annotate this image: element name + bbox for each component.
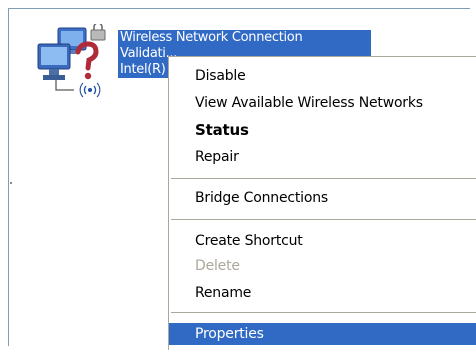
menu-item-view-available-wireless-networks[interactable]: View Available Wireless Networks [169,92,476,114]
menu-item-properties[interactable]: Properties [169,323,476,345]
monitor-front-icon [37,43,71,80]
menu-item-status[interactable]: Status [169,119,476,141]
question-mark-icon [75,41,99,80]
wireless-signal-icon [79,82,101,98]
menu-item-delete: Delete [195,258,240,274]
menu-separator [171,219,476,220]
menu-separator [171,312,476,313]
connection-name: Wireless Network Connection [118,30,371,46]
menu-item-create-shortcut[interactable]: Create Shortcut [169,230,476,252]
menu-item-bridge-connections[interactable]: Bridge Connections [169,187,476,209]
menu-separator [171,178,476,179]
pane-dot [10,182,12,184]
menu-item-rename[interactable]: Rename [169,282,476,304]
wireless-network-connection-icon[interactable] [36,22,118,100]
menu-item-disable[interactable]: Disable [169,65,476,87]
context-menu: Disable View Available Wireless Networks… [168,56,476,350]
lock-icon [90,22,106,41]
menu-item-repair[interactable]: Repair [169,146,476,168]
